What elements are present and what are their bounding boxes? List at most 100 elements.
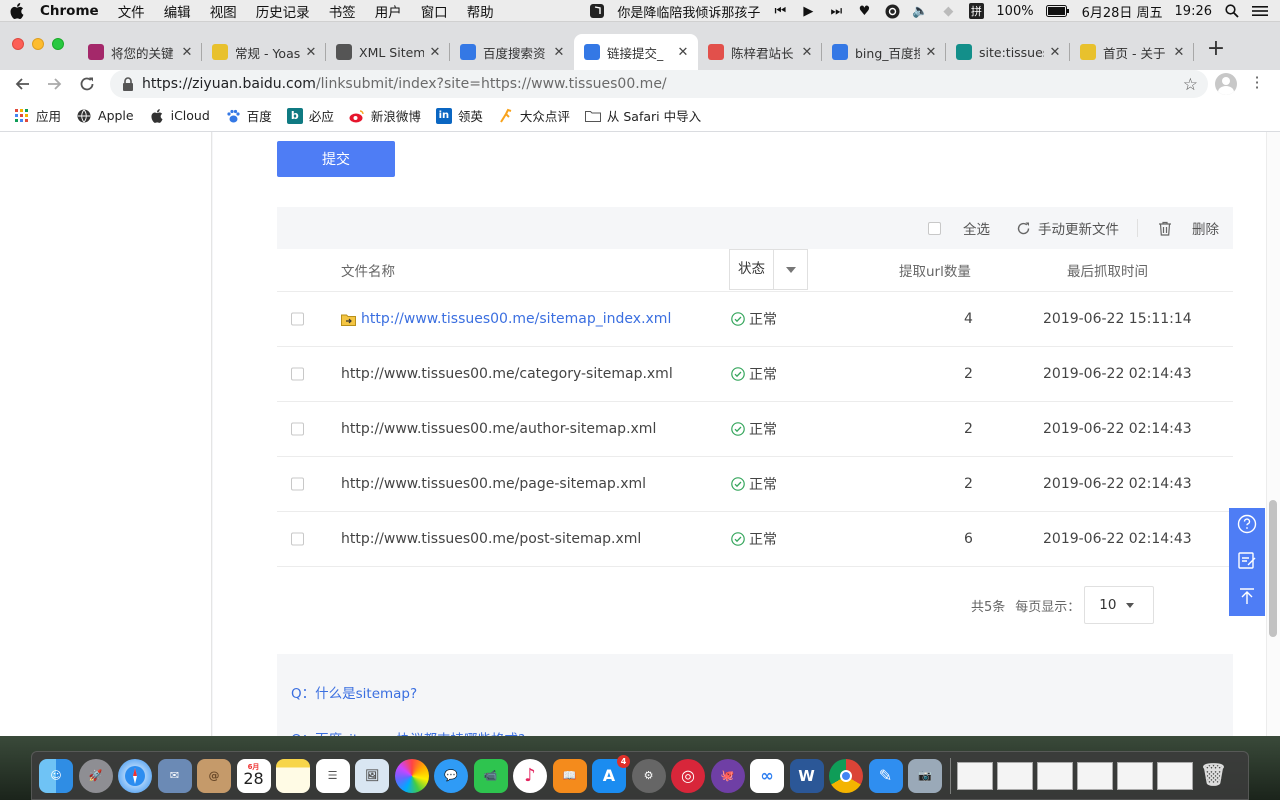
spotlight-search-icon[interactable] bbox=[1224, 3, 1240, 19]
page-scrollbar-track[interactable] bbox=[1266, 132, 1280, 736]
faq-link-what-is-sitemap[interactable]: Q：什么是sitemap? bbox=[291, 682, 1233, 702]
mail-icon[interactable]: ✉ bbox=[157, 758, 192, 793]
photos-icon[interactable] bbox=[394, 758, 429, 793]
reload-button[interactable] bbox=[77, 74, 97, 94]
minimized-window-thumbnail[interactable] bbox=[1156, 761, 1193, 790]
page-scrollbar-thumb[interactable] bbox=[1269, 500, 1277, 637]
app-store-icon[interactable]: A 4 bbox=[592, 754, 630, 793]
messages-icon[interactable]: 💬 bbox=[434, 758, 468, 793]
sketch-diamond-icon[interactable]: ◆ bbox=[940, 3, 956, 19]
close-tab-icon[interactable]: ✕ bbox=[304, 45, 318, 60]
bookmark-bing[interactable]: b 必应 bbox=[286, 106, 334, 125]
profile-avatar[interactable] bbox=[1215, 73, 1237, 95]
safari-icon[interactable] bbox=[118, 758, 152, 793]
feedback-edit-icon[interactable] bbox=[1237, 550, 1257, 574]
close-tab-icon[interactable]: ✕ bbox=[676, 45, 690, 60]
close-tab-icon[interactable]: ✕ bbox=[180, 45, 194, 60]
pencil-note-icon[interactable]: ✎ bbox=[868, 758, 903, 793]
close-window-button[interactable] bbox=[12, 38, 24, 50]
menu-bookmarks[interactable]: 书签 bbox=[329, 1, 356, 21]
close-tab-icon[interactable]: ✕ bbox=[800, 45, 814, 60]
notification-center-icon[interactable] bbox=[1252, 3, 1268, 19]
preview-icon[interactable]: 🖼 bbox=[355, 758, 389, 793]
bookmark-apps[interactable]: 应用 bbox=[14, 106, 61, 125]
launchpad-icon[interactable]: 🚀 bbox=[78, 758, 113, 793]
faq-link-sitemap-formats[interactable]: Q：百度sitemap协议都支持哪些格式? bbox=[291, 728, 1233, 736]
menu-history[interactable]: 历史记录 bbox=[256, 1, 310, 21]
image-capture-icon[interactable]: 📷 bbox=[908, 758, 942, 793]
calendar-icon[interactable]: 6月 28 bbox=[236, 758, 271, 793]
bookmark-apple[interactable]: Apple bbox=[76, 108, 134, 124]
minimized-window-thumbnail[interactable] bbox=[1036, 761, 1073, 790]
per-page-select[interactable]: 10 bbox=[1084, 586, 1155, 624]
tab-8[interactable]: 首页 - 关于 ✕ bbox=[1070, 34, 1194, 70]
menubar-date[interactable]: 6月28日 周五 bbox=[1082, 2, 1163, 21]
system-preferences-icon[interactable]: ⚙ bbox=[631, 758, 666, 793]
menu-help[interactable]: 帮助 bbox=[467, 1, 494, 21]
itunes-icon[interactable]: ♪ bbox=[513, 758, 547, 793]
menu-window[interactable]: 窗口 bbox=[421, 1, 448, 21]
finder-icon[interactable]: ☺ bbox=[39, 758, 73, 793]
input-method-icon[interactable]: 拼 bbox=[968, 3, 984, 19]
bookmark-weibo[interactable]: 新浪微博 bbox=[349, 106, 421, 125]
row-checkbox[interactable] bbox=[291, 422, 304, 436]
minimized-window-thumbnail[interactable] bbox=[956, 761, 993, 790]
notes-icon[interactable] bbox=[276, 758, 310, 793]
menu-app-chrome[interactable]: Chrome bbox=[40, 3, 99, 19]
back-to-top-icon[interactable] bbox=[1237, 586, 1257, 610]
volume-icon[interactable]: 🔈 bbox=[912, 3, 928, 19]
file-name[interactable]: http://www.tissues00.me/sitemap_index.xm… bbox=[341, 311, 671, 327]
address-bar[interactable]: https://ziyuan.baidu.com/linksubmit/inde… bbox=[110, 70, 1208, 98]
back-button[interactable] bbox=[12, 74, 32, 94]
chrome-icon[interactable] bbox=[829, 758, 863, 793]
contacts-icon[interactable]: @ bbox=[197, 758, 231, 793]
netease-music-icon[interactable] bbox=[884, 3, 900, 19]
select-all-checkbox[interactable] bbox=[928, 221, 941, 235]
previous-track-icon[interactable]: ⏮ bbox=[772, 3, 788, 19]
tab-4[interactable]: 链接提交_ ✕ bbox=[574, 34, 698, 70]
close-tab-icon[interactable]: ✕ bbox=[552, 45, 566, 60]
bookmark-linkedin[interactable]: in 领英 bbox=[435, 106, 483, 125]
close-tab-icon[interactable]: ✕ bbox=[1172, 45, 1186, 60]
tab-5[interactable]: 陈梓君站长 ✕ bbox=[698, 34, 822, 70]
chevron-down-icon[interactable] bbox=[774, 266, 807, 273]
minimized-window-thumbnail[interactable] bbox=[1076, 761, 1113, 790]
minimized-window-thumbnail[interactable] bbox=[1116, 761, 1153, 790]
close-tab-icon[interactable]: ✕ bbox=[428, 45, 442, 60]
music-player-icon[interactable] bbox=[589, 3, 605, 19]
close-tab-icon[interactable]: ✕ bbox=[1048, 45, 1062, 60]
row-checkbox[interactable] bbox=[291, 312, 304, 326]
status-filter-dropdown[interactable]: 状态 bbox=[729, 249, 808, 290]
minimized-window-thumbnail[interactable] bbox=[996, 761, 1033, 790]
apple-logo-icon[interactable] bbox=[10, 2, 24, 19]
lock-icon[interactable] bbox=[122, 77, 134, 91]
row-checkbox[interactable] bbox=[291, 532, 304, 546]
tab-7[interactable]: site:tissues ✕ bbox=[946, 34, 1070, 70]
delete-button[interactable]: 删除 bbox=[1192, 218, 1219, 238]
trash-icon[interactable]: 🗑 bbox=[1197, 759, 1231, 793]
ibooks-icon[interactable]: 📖 bbox=[552, 758, 587, 793]
new-tab-button[interactable]: + bbox=[1206, 38, 1226, 60]
trash-icon[interactable] bbox=[1158, 221, 1172, 236]
menubar-time[interactable]: 19:26 bbox=[1175, 4, 1212, 19]
close-tab-icon[interactable]: ✕ bbox=[924, 45, 938, 60]
heart-icon[interactable]: ♥ bbox=[856, 3, 872, 19]
manual-update-button[interactable]: 手动更新文件 bbox=[1016, 218, 1119, 238]
tab-1[interactable]: 常规 - Yoas ✕ bbox=[202, 34, 326, 70]
forward-button[interactable] bbox=[45, 74, 65, 94]
tab-0[interactable]: 将您的关键 ✕ bbox=[78, 34, 202, 70]
microsoft-word-icon[interactable]: W bbox=[789, 758, 824, 793]
bookmark-baidu[interactable]: 百度 bbox=[225, 106, 272, 125]
bookmark-dianping[interactable]: 大众点评 bbox=[498, 106, 570, 125]
help-question-icon[interactable] bbox=[1237, 514, 1257, 538]
baidu-netdisk-icon[interactable]: ∞ bbox=[750, 758, 784, 793]
select-all-label[interactable]: 全选 bbox=[963, 218, 990, 238]
bookmark-star-icon[interactable]: ☆ bbox=[1183, 75, 1198, 95]
tab-6[interactable]: bing_百度搜 ✕ bbox=[822, 34, 946, 70]
submit-button[interactable]: 提交 bbox=[277, 141, 395, 177]
menu-edit[interactable]: 编辑 bbox=[164, 1, 191, 21]
netease-music-icon[interactable]: ◎ bbox=[671, 758, 705, 793]
menu-people[interactable]: 用户 bbox=[375, 1, 402, 21]
row-checkbox[interactable] bbox=[291, 477, 304, 491]
now-playing-title[interactable]: 你是降临陪我倾诉那孩子 bbox=[617, 2, 760, 21]
